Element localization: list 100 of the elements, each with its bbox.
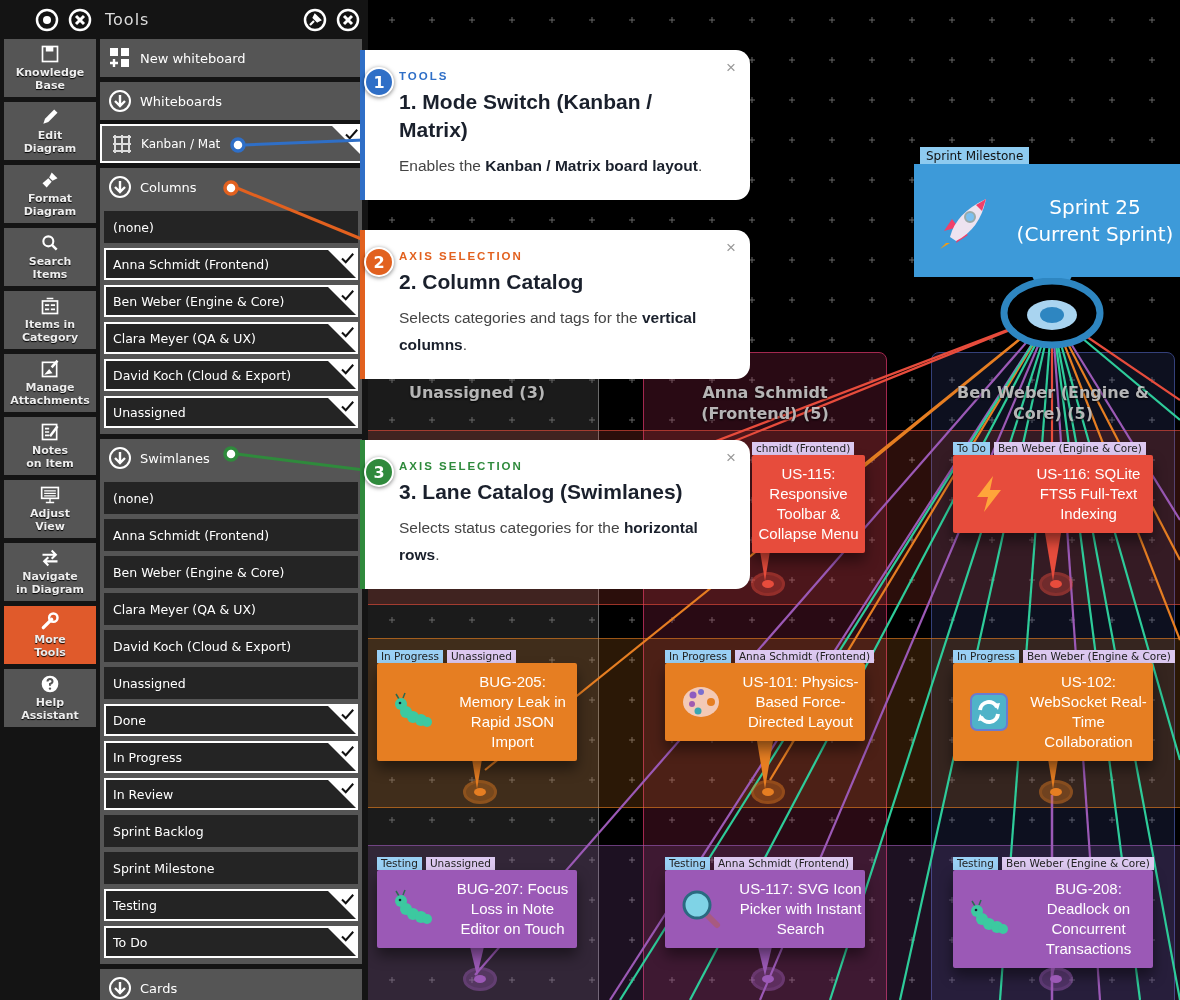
catalog-item[interactable]: In Review <box>104 778 358 810</box>
catalog-item[interactable]: David Koch (Cloud & Export) <box>104 630 358 662</box>
callout-title: 2. Column Catalog <box>399 269 585 295</box>
owner-tag: Unassigned <box>446 650 516 663</box>
status-tag: Testing <box>953 857 998 870</box>
notes-icon <box>40 422 60 442</box>
catalog-item[interactable]: Anna Schmidt (Frontend) <box>104 248 358 280</box>
check-icon <box>328 398 356 426</box>
check-icon <box>328 891 356 919</box>
pin-icon[interactable] <box>303 7 327 32</box>
status-tag: In Progress <box>953 650 1019 663</box>
pin-marker <box>463 780 497 804</box>
owner-tag: Ben Weber (Engine & Core) <box>993 442 1146 455</box>
milestone-tag: Sprint Milestone <box>920 147 1030 165</box>
owner-tag: chmidt (Frontend) <box>752 442 855 455</box>
status-tag: Testing <box>665 857 710 870</box>
catalog-item[interactable]: Ben Weber (Engine & Core) <box>104 285 358 317</box>
tool-button[interactable]: Navigate in Diagram <box>4 543 96 601</box>
pin-marker <box>1039 967 1073 991</box>
callout-category: TOOLS <box>399 70 450 82</box>
card-title: US-115: Responsive Toolbar & Collapse Menu <box>757 464 860 544</box>
check-icon <box>328 324 356 352</box>
catalog-item[interactable]: Unassigned <box>104 396 358 428</box>
status-tag: In Progress <box>377 650 443 663</box>
close-icon[interactable] <box>68 7 92 32</box>
arrow-down-circle-icon <box>108 89 132 113</box>
card-title: BUG-207: Focus Loss in Note Editor on Touch <box>455 879 570 939</box>
catalog-item[interactable]: Unassigned <box>104 667 358 699</box>
catalog-item[interactable]: Done <box>104 704 358 736</box>
pin-marker <box>751 780 785 804</box>
pin-marker <box>751 572 785 596</box>
tool-button[interactable]: Help Assistant <box>4 669 96 727</box>
swap-icon <box>40 548 60 568</box>
tool-button[interactable]: Adjust View <box>4 480 96 538</box>
check-icon <box>328 780 356 808</box>
sync-icon <box>969 692 1009 732</box>
catalog-item[interactable]: Testing <box>104 889 358 921</box>
pin-marker <box>1039 572 1073 596</box>
status-tag: Testing <box>377 857 422 870</box>
pin-marker <box>751 967 785 991</box>
arrow-down-circle-icon <box>108 976 132 1000</box>
check-icon <box>328 287 356 315</box>
owner-tag: Anna Schmidt (Frontend) <box>734 650 875 663</box>
pin-marker <box>463 967 497 991</box>
arrow-down-circle-icon <box>108 175 132 199</box>
callout-category: AXIS SELECTION <box>399 250 524 262</box>
callout-text: Selects status categories for the horizontal rows. <box>399 518 699 565</box>
tool-button[interactable]: Edit Diagram <box>4 102 96 160</box>
tool-button[interactable]: Notes on Item <box>4 417 96 475</box>
card-title: BUG-208: Deadlock on Concurrent Transactions <box>1044 879 1133 959</box>
grid-plus-icon <box>108 46 132 70</box>
check-icon <box>328 743 356 771</box>
catalog-item[interactable]: Anna Schmidt (Frontend) <box>104 519 358 551</box>
milestone-title: Sprint 25 (Current Sprint) <box>1015 193 1175 248</box>
search-icon <box>40 233 60 253</box>
card[interactable]: BUG-208: Deadlock on Concurrent Transactions <box>953 870 1153 968</box>
mode-item[interactable]: Kanban / Mat <box>100 124 362 163</box>
check-icon <box>328 361 356 389</box>
catalog-item[interactable]: Clara Meyer (QA & UX) <box>104 322 358 354</box>
pencil-icon <box>40 107 60 127</box>
catalog-item[interactable]: Sprint Backlog <box>104 815 358 847</box>
card-title: US-117: SVG Icon Picker with Instant Search <box>738 879 863 939</box>
target-icon[interactable] <box>35 7 59 32</box>
help-icon <box>40 674 60 694</box>
catalog-item[interactable]: David Koch (Cloud & Export) <box>104 359 358 391</box>
card[interactable]: US-117: SVG Icon Picker with Instant Search <box>665 870 865 948</box>
tool-button[interactable]: Items in Category <box>4 291 96 349</box>
pin-marker <box>1039 780 1073 804</box>
status-tag: In Progress <box>665 650 731 663</box>
card[interactable]: US-116: SQLite FTS5 Full-Text Indexing <box>953 455 1153 533</box>
check-icon <box>328 928 356 956</box>
catalog-item[interactable]: (none) <box>104 482 358 514</box>
owner-tag: Anna Schmidt (Frontend) <box>713 857 854 870</box>
card-title: US-101: Physics-Based Force-Directed Layout <box>741 672 860 732</box>
tool-button[interactable]: Search Items <box>4 228 96 286</box>
section-header[interactable]: Whiteboards <box>100 82 362 120</box>
tool-button[interactable]: Knowledge Base <box>4 39 96 97</box>
card[interactable]: US-115: Responsive Toolbar & Collapse Menu <box>752 455 865 553</box>
section-header[interactable]: Cards <box>100 969 362 1000</box>
callout-title: 3. Lane Catalog (Swimlanes) <box>399 479 684 505</box>
catalog-item[interactable]: Clara Meyer (QA & UX) <box>104 593 358 625</box>
tool-button[interactable]: Format Diagram <box>4 165 96 223</box>
catalog-item[interactable]: Ben Weber (Engine & Core) <box>104 556 358 588</box>
callout-text: Selects categories and tags for the vertical columns. <box>399 308 698 355</box>
wrench-icon <box>40 611 60 631</box>
status-tag: To Do <box>953 442 990 455</box>
card[interactable]: BUG-207: Focus Loss in Note Editor on Touch <box>377 870 577 948</box>
catalog-item[interactable]: (none) <box>104 211 358 243</box>
catalog-item[interactable]: To Do <box>104 926 358 958</box>
card-title: US-102: WebSocket Real-Time Collaboration <box>1029 672 1148 752</box>
tool-button[interactable]: Manage Attachments <box>4 354 96 412</box>
owner-tag: Ben Weber (Engine & Core) <box>1001 857 1154 870</box>
new-whiteboard-button[interactable]: New whiteboard <box>100 39 362 77</box>
card-title: BUG-205: Memory Leak in Rapid JSON Import <box>458 672 567 752</box>
column-title: Unassigned (3) <box>407 382 547 403</box>
close-icon[interactable] <box>336 7 360 32</box>
catalog-item[interactable]: In Progress <box>104 741 358 773</box>
check-icon <box>328 250 356 278</box>
callout-title: 1. Mode Switch (Kanban / Matrix) <box>399 89 654 143</box>
catalog-item[interactable]: Sprint Milestone <box>104 852 358 884</box>
